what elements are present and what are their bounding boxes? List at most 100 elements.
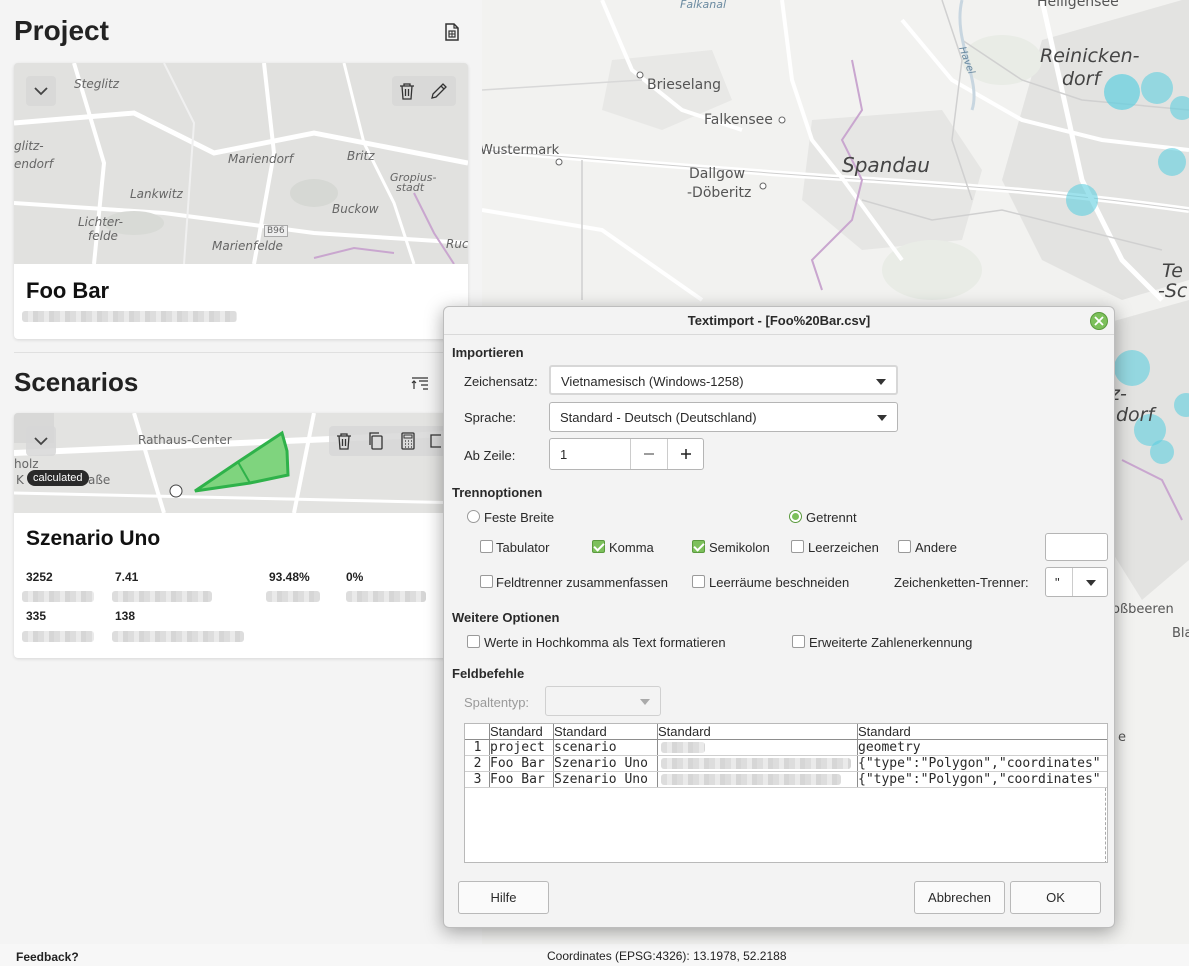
expand-button[interactable] <box>26 76 56 106</box>
grid-cell: scenario <box>554 740 617 755</box>
charset-select[interactable]: Vietnamesisch (Windows-1258) <box>549 365 898 395</box>
pencil-icon <box>431 83 447 99</box>
help-button[interactable]: Hilfe <box>458 881 549 914</box>
space-label: Leerzeichen <box>808 540 879 555</box>
map-label-heiligensee: Heiligensee <box>1037 0 1119 10</box>
tab-checkbox[interactable] <box>480 540 493 553</box>
calculate-scenario-button[interactable] <box>393 426 423 456</box>
stat-value: 3252 <box>26 570 53 584</box>
string-delimiter-select[interactable]: " <box>1045 567 1108 597</box>
feedback-link[interactable]: Feedback? <box>16 950 79 964</box>
detect-numbers-checkbox[interactable] <box>792 635 805 648</box>
sort-button[interactable] <box>405 369 435 399</box>
stat-label-redacted <box>22 591 94 602</box>
delete-project-button[interactable] <box>392 76 422 106</box>
map-label-reinickendorf-1: Reinicken- <box>1040 45 1140 67</box>
quoted-as-text-label: Werte in Hochkomma als Text formatieren <box>484 635 726 650</box>
map-label: K <box>16 473 24 487</box>
space-checkbox[interactable] <box>791 540 804 553</box>
scenario-card[interactable]: Rathaus-Center holz K aße calculated Sze… <box>14 413 468 658</box>
map-label-spandau: Spandau <box>842 153 930 177</box>
language-select[interactable]: Standard - Deutsch (Deutschland) <box>549 402 898 432</box>
minus-icon <box>644 453 654 455</box>
text-import-dialog: Textimport - [Foo%20Bar.csv] Importieren… <box>443 306 1115 928</box>
fixed-width-label: Feste Breite <box>484 510 555 525</box>
project-description-redacted <box>22 311 237 322</box>
scenarios-heading: Scenarios <box>14 367 139 397</box>
map-label-dorf: dorf <box>1116 404 1155 426</box>
dialog-close-button[interactable] <box>1090 312 1108 330</box>
column-type-label: Spaltentyp: <box>464 695 530 710</box>
separated-radio[interactable] <box>789 510 802 523</box>
stat-value: 0% <box>346 570 364 584</box>
left-panel: Project Steglitz glitz- endorf Mariendor… <box>0 0 482 944</box>
map-label-sc: -Sc <box>1158 280 1188 302</box>
other-checkbox[interactable] <box>898 540 911 553</box>
trash-icon <box>400 83 414 100</box>
quoted-as-text-checkbox[interactable] <box>467 635 480 648</box>
map-label-kanal: Falkanal <box>680 0 727 11</box>
file-export-icon <box>445 23 459 41</box>
charset-value: Vietnamesisch (Windows-1258) <box>561 374 744 389</box>
semicolon-checkbox[interactable] <box>692 540 705 553</box>
cancel-button[interactable]: Abbrechen <box>914 881 1005 914</box>
from-row-value: 1 <box>560 447 568 462</box>
map-label: Buckow <box>332 202 379 216</box>
delete-scenario-button[interactable] <box>329 426 359 456</box>
map-label: Ruc <box>446 237 468 251</box>
map-label: Marienfelde <box>212 239 283 253</box>
map-label: Rathaus-Center <box>138 433 232 447</box>
row-number: 1 <box>473 740 482 755</box>
trim-spaces-label: Leerräume beschneiden <box>709 575 850 590</box>
project-actions <box>392 76 456 106</box>
ok-button[interactable]: OK <box>1010 881 1101 914</box>
scenario-map-thumbnail: Rathaus-Center holz K aße calculated <box>14 413 468 513</box>
column-header[interactable]: Standard <box>857 724 1107 740</box>
grid-cell: Szenario Uno <box>554 772 648 787</box>
stat-value: 7.41 <box>115 570 139 584</box>
merge-delimiters-checkbox[interactable] <box>480 575 493 588</box>
grid-cell: Szenario Uno <box>554 756 648 771</box>
edit-project-button[interactable] <box>424 76 454 106</box>
decrement-button[interactable] <box>631 439 667 469</box>
dropdown-arrow-icon <box>1086 580 1096 586</box>
edit-scenario-button[interactable] <box>425 426 445 456</box>
column-header[interactable]: Standard <box>489 724 553 740</box>
map-label-dallgow: Dallgow <box>689 166 746 182</box>
other-separator-input[interactable] <box>1045 533 1108 561</box>
dropdown-arrow-icon <box>877 415 887 421</box>
comma-checkbox[interactable] <box>592 540 605 553</box>
column-header[interactable]: Standard <box>553 724 657 740</box>
fixed-width-radio[interactable] <box>467 510 480 523</box>
merge-delimiters-label: Feldtrenner zusammenfassen <box>496 575 668 590</box>
calculator-icon <box>401 432 415 450</box>
grid-cell: geometry <box>858 740 921 755</box>
charset-label: Zeichensatz: <box>464 374 538 389</box>
chevron-down-icon <box>34 87 48 96</box>
export-file-button[interactable] <box>437 17 467 47</box>
stat-label-redacted <box>112 591 212 602</box>
status-badge: calculated <box>27 470 89 486</box>
column-header[interactable]: Standard <box>657 724 857 740</box>
expand-scenario-button[interactable] <box>26 426 56 456</box>
semicolon-label: Semikolon <box>709 540 770 555</box>
map-label: Mariendorf <box>228 152 294 166</box>
string-delimiter-value: " <box>1055 575 1060 590</box>
project-card[interactable]: Steglitz glitz- endorf Mariendorf Britz … <box>14 63 468 339</box>
field-commands-heading: Feldbefehle <box>452 666 525 681</box>
scenario-name: Szenario Uno <box>26 527 161 550</box>
map-label-doeberitz: -Döberitz <box>687 185 752 201</box>
trim-spaces-checkbox[interactable] <box>692 575 705 588</box>
from-row-spinbox[interactable]: 1 <box>549 438 704 470</box>
column-type-select[interactable] <box>545 686 661 716</box>
copy-scenario-button[interactable] <box>361 426 391 456</box>
map-label: aße <box>88 473 111 487</box>
stat-value: 93.48% <box>269 570 310 584</box>
increment-button[interactable] <box>668 439 704 469</box>
string-delimiter-label: Zeichenketten-Trenner: <box>894 575 1029 590</box>
language-label: Sprache: <box>464 410 517 425</box>
preview-grid[interactable]: Standard Standard Standard Standard 1 2 … <box>464 723 1108 863</box>
row-number: 3 <box>473 772 482 787</box>
close-icon <box>1094 316 1104 326</box>
map-label: Lichter- <box>78 215 123 229</box>
